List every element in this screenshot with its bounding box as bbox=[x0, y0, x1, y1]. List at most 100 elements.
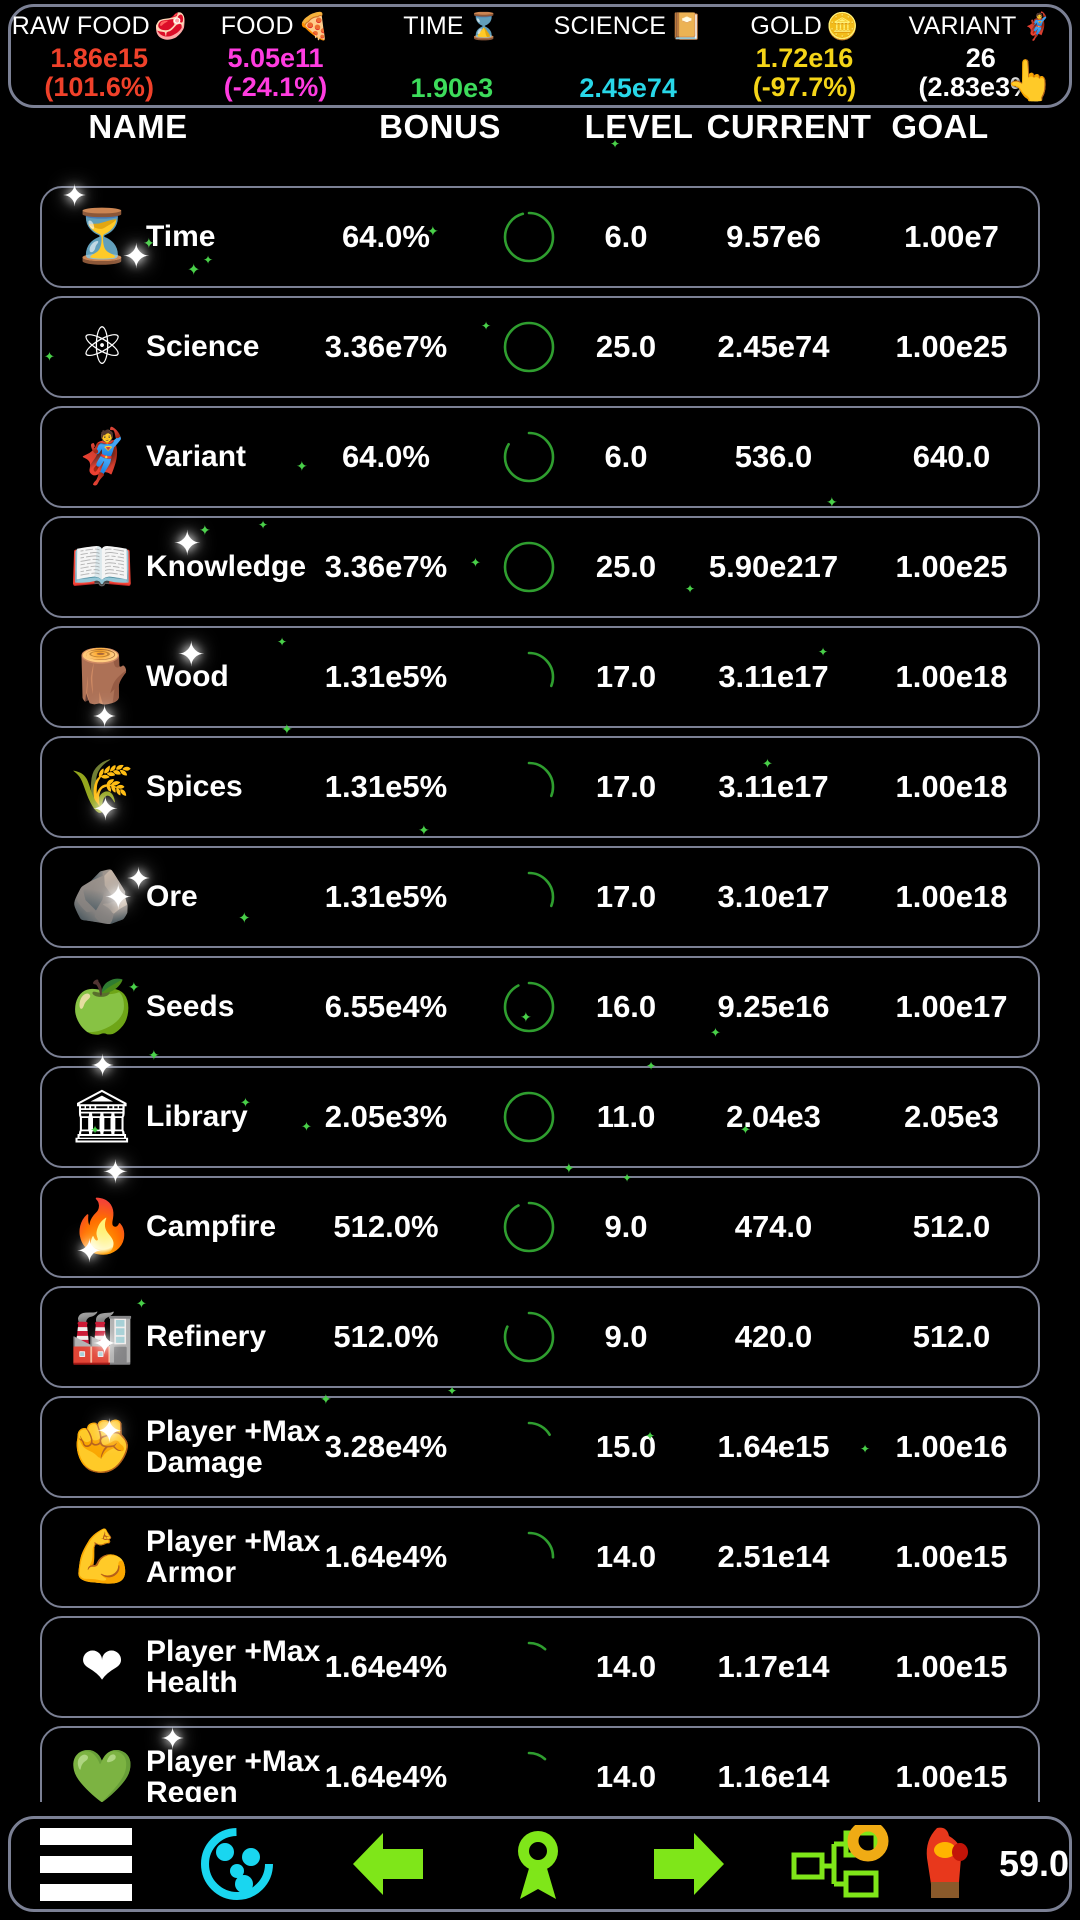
row-bonus: 3.36e7% bbox=[324, 549, 448, 584]
resource-cell-raw-food[interactable]: RAW FOOD 🥩 1.86e15 (101.6%) bbox=[11, 7, 187, 102]
column-header-goal: GOAL bbox=[891, 108, 989, 145]
hand-pointer-icon[interactable]: 👆 bbox=[1005, 61, 1055, 101]
orbit-button[interactable] bbox=[162, 1819, 313, 1909]
previous-button[interactable] bbox=[312, 1819, 463, 1909]
wood-logs-icon: 🪵 bbox=[69, 648, 135, 706]
heart-health-icon: ❤ bbox=[80, 1638, 124, 1696]
cannon-character-icon[interactable]: 59.0 bbox=[915, 1824, 1069, 1904]
arrow-right-icon bbox=[653, 1833, 724, 1895]
table-row[interactable]: 💚 Player +Max Regen 1.64e4% 14.0 1.16e14 1.00… bbox=[40, 1726, 1040, 1802]
row-progress-ring bbox=[494, 1068, 564, 1166]
ore-rock-icon: 🪨 bbox=[69, 868, 135, 926]
hamburger-menu-icon[interactable] bbox=[40, 1827, 133, 1901]
table-row[interactable]: ❤ Player +Max Health 1.64e4% 14.0 1.17e14 1.0… bbox=[40, 1616, 1040, 1718]
row-progress-ring bbox=[494, 1508, 564, 1606]
row-current: 3.10e17 bbox=[717, 879, 830, 914]
row-goal: 1.00e7 bbox=[904, 219, 999, 254]
row-current: 1.16e14 bbox=[717, 1759, 830, 1794]
resource-value: 1.90e3 bbox=[410, 73, 494, 103]
table-row[interactable]: 💪 Player +Max Armor 1.64e4% 14.0 2.51e14 1.00… bbox=[40, 1506, 1040, 1608]
table-row[interactable]: 🍏 Seeds 6.55e4% 16.0 9.25e16 1.00e17 bbox=[40, 956, 1040, 1058]
upgrade-rows-list[interactable]: ⏳ Time 64.0% 6.0 9.57e6 1.00e7 ⚛ Science 3.36e7%… bbox=[0, 186, 1080, 1802]
row-level: 14.0 bbox=[595, 1649, 657, 1684]
science-book-icon: 📔 bbox=[670, 11, 703, 41]
resource-cell-time[interactable]: TIME ⌛ 1.90e3 bbox=[364, 7, 540, 103]
resource-label-group: VARIANT 🦸 bbox=[909, 13, 1053, 39]
resource-cell-science[interactable]: SCIENCE 📔 2.45e74 bbox=[540, 7, 716, 103]
row-bonus: 64.0% bbox=[342, 219, 430, 254]
table-row[interactable]: ✊ Player +Max Damage 3.28e4% 15.0 1.64e15 1.0… bbox=[40, 1396, 1040, 1498]
row-level: 17.0 bbox=[595, 769, 657, 804]
bottom-navigation-bar[interactable]: 59.0 bbox=[8, 1816, 1072, 1912]
row-bonus: 2.05e3% bbox=[324, 1099, 448, 1134]
row-current: 2.45e74 bbox=[717, 329, 830, 364]
table-row[interactable]: 🪨 Ore 1.31e5% 17.0 3.10e17 1.00e18 bbox=[40, 846, 1040, 948]
row-current: 536.0 bbox=[734, 439, 813, 474]
variant-figure-icon: 🦸 bbox=[69, 428, 135, 486]
seeds-fruit-icon: 🍏 bbox=[69, 978, 135, 1036]
atom-science-icon: ⚛ bbox=[78, 318, 126, 376]
resource-cell-food[interactable]: FOOD 🍕 5.05e11 (-24.1%) bbox=[187, 7, 363, 102]
row-bonus: 512.0% bbox=[333, 1209, 439, 1244]
coin-icon: 🪙 bbox=[826, 11, 859, 41]
row-progress-ring bbox=[494, 848, 564, 946]
campfire-icon: 🔥 bbox=[69, 1198, 135, 1256]
rosette-award-icon bbox=[518, 1831, 559, 1899]
table-row[interactable]: 🪵 Wood 1.31e5% 17.0 3.11e17 1.00e18 bbox=[40, 626, 1040, 728]
variant-creature-icon: 🦸 bbox=[1020, 11, 1054, 41]
menu-line bbox=[40, 1827, 133, 1845]
resource-delta: (-97.7%) bbox=[752, 72, 857, 103]
row-level: 6.0 bbox=[604, 439, 648, 474]
row-goal: 2.05e3 bbox=[904, 1099, 999, 1134]
table-row[interactable]: 🦸 Variant 64.0% 6.0 536.0 640.0 bbox=[40, 406, 1040, 508]
row-progress-ring bbox=[494, 188, 564, 286]
resource-value: 1.86e15 bbox=[50, 43, 148, 73]
table-row[interactable]: ⚛ Science 3.36e7% 25.0 2.45e74 1.00e25 bbox=[40, 296, 1040, 398]
row-goal: 1.00e18 bbox=[895, 879, 1008, 914]
resource-value: 5.05e11 bbox=[227, 43, 324, 73]
row-progress-ring bbox=[494, 1618, 564, 1716]
orbit-atom-icon bbox=[200, 1828, 273, 1900]
row-level: 25.0 bbox=[595, 329, 657, 364]
table-row[interactable]: 🏭 Refinery 512.0% 9.0 420.0 512.0 bbox=[40, 1286, 1040, 1388]
row-current: 2.04e3 bbox=[726, 1099, 821, 1134]
resource-label: GOLD bbox=[750, 11, 823, 40]
menu-button[interactable] bbox=[11, 1819, 162, 1909]
resource-cell-gold[interactable]: GOLD 🪙 1.72e16 (-97.7%) bbox=[716, 7, 892, 102]
table-row[interactable]: 🌾 Spices 1.31e5% 17.0 3.11e17 1.00e18 bbox=[40, 736, 1040, 838]
row-progress-ring bbox=[494, 628, 564, 726]
row-progress-ring bbox=[494, 298, 564, 396]
rewards-button[interactable] bbox=[463, 1819, 614, 1909]
table-row[interactable]: ⏳ Time 64.0% 6.0 9.57e6 1.00e7 bbox=[40, 186, 1040, 288]
resource-bar[interactable]: RAW FOOD 🥩 1.86e15 (101.6%) FOOD 🍕 5.05e11 (-24… bbox=[8, 4, 1072, 108]
character-button[interactable]: 59.0 bbox=[915, 1819, 1069, 1909]
column-headers: NAME BONUS LEVEL CURRENT GOAL bbox=[0, 108, 1080, 154]
resource-label: FOOD bbox=[220, 11, 294, 40]
table-row[interactable]: 🏛 Library 2.05e3% 11.0 2.04e3 2.05e3 bbox=[40, 1066, 1040, 1168]
resource-label: RAW FOOD bbox=[11, 11, 150, 40]
tech-tree-button[interactable] bbox=[764, 1819, 915, 1909]
row-level: 14.0 bbox=[595, 1539, 657, 1574]
row-progress-ring bbox=[494, 1728, 564, 1802]
row-current: 474.0 bbox=[734, 1209, 813, 1244]
row-bonus: 1.31e5% bbox=[324, 769, 448, 804]
refinery-icon: 🏭 bbox=[69, 1308, 135, 1366]
row-goal: 640.0 bbox=[912, 439, 991, 474]
resource-label-group: RAW FOOD 🥩 bbox=[12, 13, 187, 39]
row-level: 9.0 bbox=[604, 1319, 648, 1354]
menu-line bbox=[40, 1855, 133, 1873]
table-row[interactable]: 📖 Knowledge 3.36e7% 25.0 5.90e217 1.00e25 bbox=[40, 516, 1040, 618]
row-current: 3.11e17 bbox=[718, 769, 829, 804]
tree-hierarchy-icon bbox=[791, 1825, 889, 1898]
row-bonus: 3.28e4% bbox=[324, 1429, 448, 1464]
next-button[interactable] bbox=[614, 1819, 765, 1909]
row-bonus: 64.0% bbox=[342, 439, 430, 474]
row-goal: 1.00e18 bbox=[895, 659, 1008, 694]
library-building-icon: 🏛 bbox=[68, 1088, 135, 1146]
table-row[interactable]: 🔥 Campfire 512.0% 9.0 474.0 512.0 bbox=[40, 1176, 1040, 1278]
row-bonus: 1.31e5% bbox=[324, 659, 448, 694]
menu-line bbox=[40, 1883, 133, 1901]
resource-delta: (-24.1%) bbox=[223, 72, 328, 103]
row-level: 6.0 bbox=[604, 219, 648, 254]
row-bonus: 512.0% bbox=[333, 1319, 439, 1354]
